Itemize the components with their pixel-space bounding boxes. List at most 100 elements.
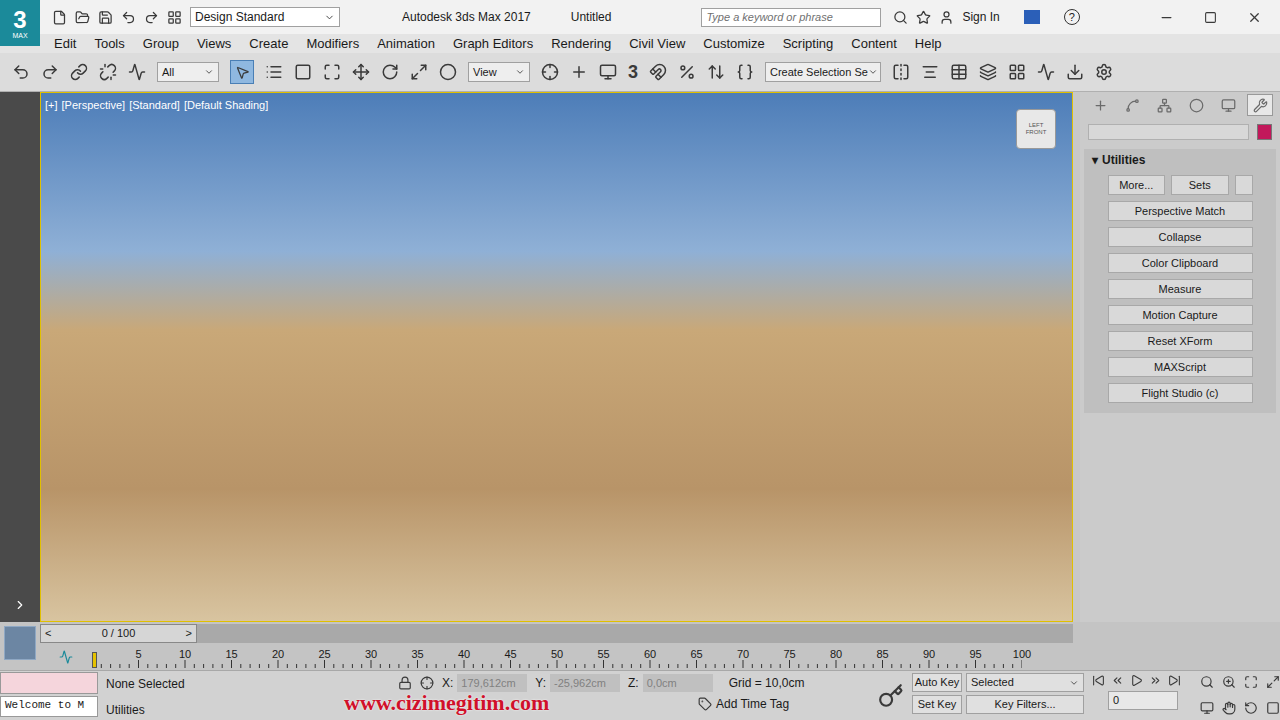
region-select-icon[interactable]: [294, 63, 312, 81]
viewport-label-item[interactable]: [Default Shading]: [184, 97, 268, 114]
move-icon[interactable]: [352, 63, 370, 81]
scale-icon[interactable]: [410, 63, 428, 81]
close-icon[interactable]: [1247, 10, 1262, 25]
coord-field[interactable]: 179,612cm: [457, 674, 527, 692]
configure-sets-icon[interactable]: [1235, 175, 1253, 195]
menu-item[interactable]: Create: [249, 34, 288, 54]
utilities-icon[interactable]: [1253, 98, 1268, 113]
play-icon[interactable]: [1130, 674, 1143, 687]
viewport-label-item[interactable]: [Perspective]: [62, 97, 126, 114]
new-icon[interactable]: [52, 10, 67, 25]
menu-item[interactable]: Animation: [377, 34, 435, 54]
percent-snap-icon[interactable]: [678, 63, 696, 81]
user-icon[interactable]: [939, 10, 954, 25]
menu-item[interactable]: Modifiers: [306, 34, 359, 54]
menu-item[interactable]: Content: [851, 34, 897, 54]
next-frame-icon[interactable]: [1149, 674, 1162, 687]
command-tab[interactable]: [1087, 94, 1113, 116]
utility-button[interactable]: Reset XForm: [1108, 331, 1253, 351]
menu-item[interactable]: Group: [143, 34, 179, 54]
angle-snap-icon[interactable]: [649, 63, 667, 81]
reference-coordinate[interactable]: View: [468, 62, 530, 82]
viewcube[interactable]: LEFTFRONT: [1016, 109, 1056, 149]
set-key-big-icon[interactable]: [878, 683, 904, 709]
zoom-extents-icon[interactable]: [1244, 675, 1258, 689]
utility-button[interactable]: Motion Capture: [1108, 305, 1253, 325]
display-icon[interactable]: [1221, 98, 1236, 113]
go-to-start-icon[interactable]: [1092, 674, 1105, 687]
lock-icon[interactable]: [398, 676, 412, 690]
maxscript-output[interactable]: Welcome to M: [0, 696, 98, 717]
rollout-header[interactable]: ▾Utilities: [1084, 149, 1276, 171]
time-slider[interactable]: <0 / 100>: [40, 624, 1073, 643]
utility-button[interactable]: Collapse: [1108, 227, 1253, 247]
search-icon[interactable]: [893, 10, 908, 25]
utility-button[interactable]: Flight Studio (c): [1108, 383, 1253, 403]
orbit-icon[interactable]: [1244, 701, 1258, 715]
sign-in[interactable]: Sign In: [962, 8, 999, 26]
zoom-icon[interactable]: [1200, 675, 1214, 689]
menu-item[interactable]: Graph Editors: [453, 34, 533, 54]
chevron-down-icon[interactable]: [515, 67, 525, 77]
motion-icon[interactable]: [1189, 98, 1204, 113]
chevron-down-icon[interactable]: [868, 67, 878, 77]
star-icon[interactable]: [916, 10, 931, 25]
keyboard-shortcut-icon[interactable]: [599, 63, 617, 81]
spinner-snap-icon[interactable]: [707, 63, 725, 81]
viewport-label-item[interactable]: [+]: [45, 97, 58, 114]
manipulate-icon[interactable]: [570, 63, 588, 81]
command-tab[interactable]: [1119, 94, 1145, 116]
maximize-icon[interactable]: [1204, 11, 1217, 24]
frame-marker[interactable]: [92, 652, 97, 668]
menu-item[interactable]: Tools: [94, 34, 124, 54]
align-icon[interactable]: [921, 63, 939, 81]
rollout-button[interactable]: Sets: [1171, 175, 1229, 195]
coord-field[interactable]: -25,962cm: [550, 674, 620, 692]
menu-item[interactable]: Customize: [703, 34, 764, 54]
select-tool[interactable]: [230, 60, 254, 84]
undo-icon[interactable]: [121, 10, 136, 25]
workspace-dropdown[interactable]: Design Standard: [190, 7, 340, 27]
pivot-icon[interactable]: [541, 63, 559, 81]
name-field[interactable]: [1088, 124, 1249, 140]
menu-item[interactable]: Scripting: [783, 34, 834, 54]
rotate-icon[interactable]: [381, 63, 399, 81]
mini-curve-toggle[interactable]: [4, 626, 36, 660]
zoom-extents-all-icon[interactable]: [1266, 675, 1280, 689]
edit-named-selection-icon[interactable]: [736, 63, 754, 81]
menu-item[interactable]: Views: [197, 34, 231, 54]
viewport-label[interactable]: [+][Perspective][Standard][Default Shadi…: [45, 97, 268, 114]
chevron-down-icon[interactable]: [204, 67, 214, 77]
color-swatch[interactable]: [1257, 124, 1272, 140]
search-field[interactable]: Type a keyword or phrase: [701, 8, 881, 27]
utility-button[interactable]: Color Clipboard: [1108, 253, 1253, 273]
exchange-icon[interactable]: [1024, 10, 1040, 24]
modify-icon[interactable]: [1125, 98, 1140, 113]
field-of-view-icon[interactable]: [1200, 701, 1214, 715]
project-icon[interactable]: [167, 10, 182, 25]
go-to-end-icon[interactable]: [1168, 674, 1181, 687]
command-tab[interactable]: [1151, 94, 1177, 116]
chevron-down-icon[interactable]: [1069, 678, 1079, 688]
minimize-icon[interactable]: [1159, 10, 1174, 25]
redo-icon[interactable]: [144, 10, 159, 25]
menu-item[interactable]: Help: [915, 34, 942, 54]
help-button[interactable]: ?: [1064, 9, 1080, 25]
link-icon[interactable]: [70, 63, 88, 81]
redo-icon[interactable]: [41, 63, 59, 81]
viewport[interactable]: [+][Perspective][Standard][Default Shadi…: [40, 92, 1073, 622]
time-slider-thumb[interactable]: <0 / 100>: [40, 624, 197, 643]
curve-editor-icon[interactable]: [1037, 63, 1055, 81]
utility-button[interactable]: MAXScript: [1108, 357, 1253, 377]
utility-button[interactable]: Measure: [1108, 279, 1253, 299]
schematic-icon[interactable]: [1066, 63, 1084, 81]
key-mode-dropdown[interactable]: Selected: [966, 673, 1084, 692]
auto-key-button[interactable]: Auto Key: [912, 673, 962, 692]
undo-icon[interactable]: [12, 63, 30, 81]
curve-icon[interactable]: [59, 650, 73, 664]
selection-filter[interactable]: All: [157, 62, 219, 82]
ribbon-icon[interactable]: [1008, 63, 1026, 81]
expand-icon[interactable]: [13, 598, 27, 612]
current-frame-field[interactable]: 0: [1108, 691, 1178, 710]
add-time-tag[interactable]: Add Time Tag: [716, 695, 789, 713]
